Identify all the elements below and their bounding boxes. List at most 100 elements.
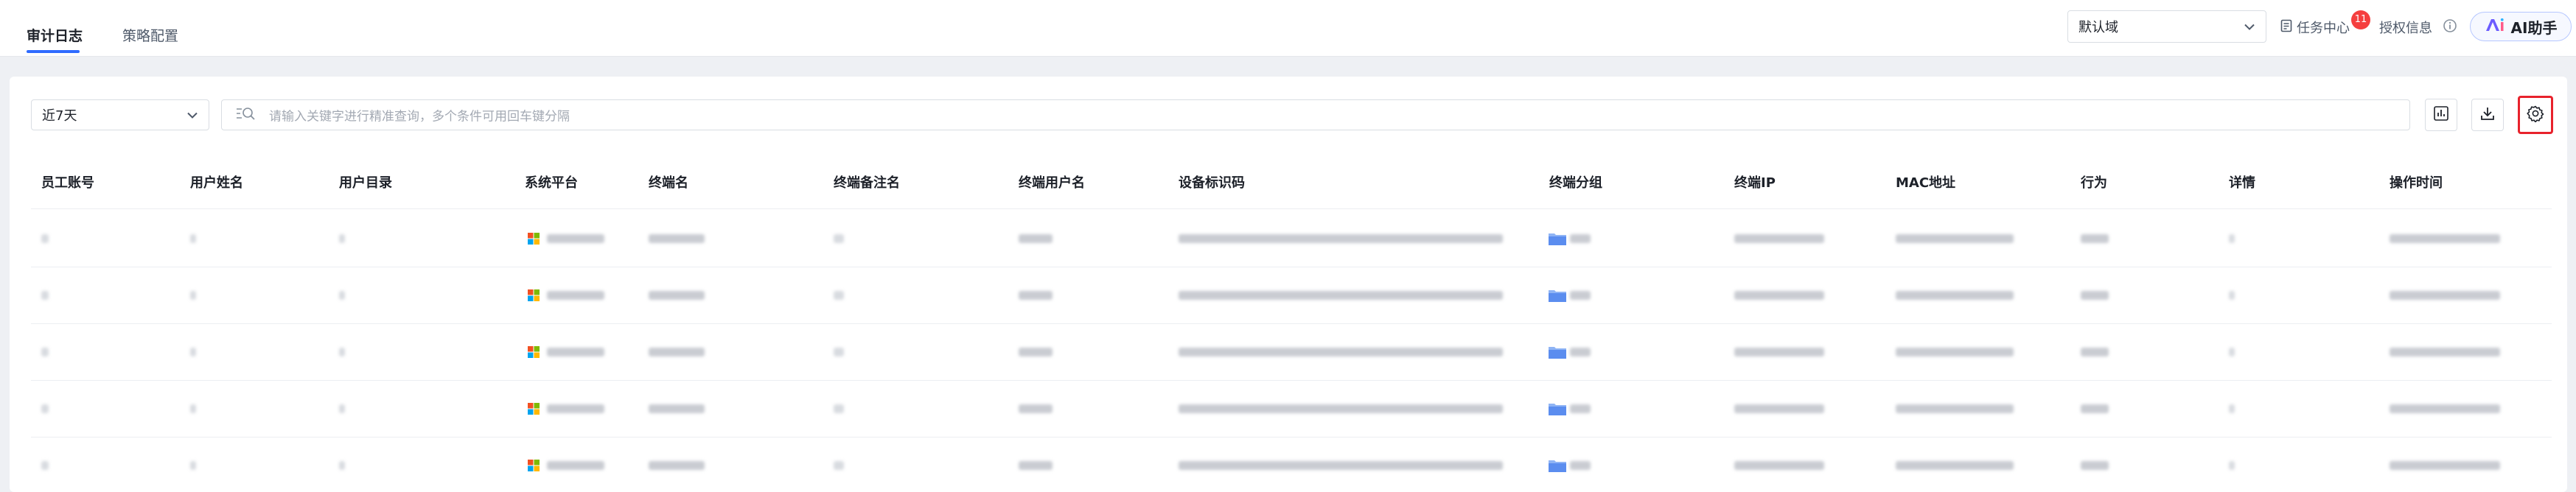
col-header-operation-time[interactable]: 操作时间	[2390, 172, 2443, 191]
table-cell	[1179, 234, 1503, 243]
chart-button[interactable]	[2425, 99, 2457, 131]
table-cell	[339, 291, 345, 300]
table-cell	[190, 461, 196, 470]
tab-audit-log[interactable]: 审计日志	[27, 25, 83, 45]
table-cell	[2390, 348, 2500, 356]
license-info-link[interactable]: 授权信息	[2379, 18, 2457, 37]
table-cell	[190, 404, 196, 413]
table-cell	[649, 461, 705, 470]
table-cell	[2081, 348, 2109, 356]
row-divider	[31, 323, 2552, 324]
date-range-value: 近7天	[42, 108, 77, 124]
table-cell	[1734, 234, 1824, 243]
col-header-details[interactable]: 详情	[2229, 172, 2255, 191]
task-count-badge: 11	[2351, 10, 2370, 29]
col-header-mac-address[interactable]: MAC地址	[1896, 172, 1955, 191]
document-icon	[2280, 19, 2292, 36]
table-cell	[834, 234, 844, 243]
table-cell	[1179, 404, 1503, 413]
table-cell	[2081, 291, 2109, 300]
info-icon	[2443, 18, 2457, 37]
table-cell	[1734, 404, 1824, 413]
table-cell	[190, 234, 196, 243]
col-header-terminal-ip[interactable]: 终端IP	[1734, 172, 1776, 191]
table-cell	[190, 291, 196, 300]
table-cell	[1896, 291, 2014, 300]
table-cell	[1179, 348, 1503, 356]
table-cell	[339, 461, 345, 470]
table-cell	[834, 461, 844, 470]
table-cell	[41, 404, 49, 413]
col-header-os-platform[interactable]: 系统平台	[525, 172, 578, 191]
table-cell	[2081, 404, 2109, 413]
table-cell	[649, 234, 705, 243]
windows-icon	[528, 403, 540, 415]
table-header-divider	[31, 208, 2552, 209]
table-cell	[2229, 461, 2235, 470]
table-cell	[547, 291, 604, 300]
table-cell	[1570, 291, 1591, 300]
tab-policy-config[interactable]: 策略配置	[122, 25, 178, 45]
folder-icon	[1549, 404, 1566, 415]
table-cell	[649, 348, 705, 356]
col-header-user-name[interactable]: 用户姓名	[190, 172, 243, 191]
col-header-terminal-name[interactable]: 终端名	[649, 172, 688, 191]
chart-icon	[2433, 105, 2449, 124]
table-cell	[1570, 461, 1591, 470]
download-button[interactable]	[2471, 99, 2504, 131]
table-cell	[1019, 291, 1053, 300]
col-header-terminal-remark[interactable]: 终端备注名	[834, 172, 900, 191]
settings-button[interactable]	[2518, 96, 2553, 134]
table-cell	[547, 404, 604, 413]
table-cell	[547, 234, 604, 243]
table-cell	[1570, 234, 1591, 243]
table-cell	[339, 404, 345, 413]
date-range-select[interactable]: 近7天	[31, 99, 209, 130]
table-cell	[339, 348, 345, 356]
col-header-terminal-group[interactable]: 终端分组	[1549, 172, 1602, 191]
table-cell	[649, 291, 705, 300]
task-center-link[interactable]: 任务中心	[2280, 18, 2350, 37]
table-cell	[2081, 234, 2109, 243]
table-cell	[2081, 461, 2109, 470]
domain-select[interactable]: 默认域	[2067, 10, 2266, 43]
ai-assistant-label: AI助手	[2510, 18, 2558, 37]
folder-icon	[1549, 290, 1566, 302]
chevron-down-icon	[2244, 19, 2255, 35]
task-center-label: 任务中心	[2297, 21, 2350, 36]
row-divider	[31, 380, 2552, 381]
table-cell	[2390, 404, 2500, 413]
table-cell	[1179, 461, 1503, 470]
table-cell	[1734, 461, 1824, 470]
col-header-action[interactable]: 行为	[2081, 172, 2107, 191]
folder-icon	[1549, 347, 1566, 359]
table-cell	[190, 348, 196, 356]
col-header-user-directory[interactable]: 用户目录	[339, 172, 392, 191]
windows-icon	[528, 460, 540, 471]
search-placeholder: 请输入关键字进行精准查询，多个条件可用回车键分隔	[269, 109, 570, 124]
table-cell	[2229, 234, 2235, 243]
license-info-label: 授权信息	[2379, 21, 2432, 36]
active-tab-indicator	[27, 50, 80, 53]
domain-select-value: 默认域	[2078, 20, 2118, 35]
col-header-device-id[interactable]: 设备标识码	[1179, 172, 1245, 191]
search-input[interactable]: 请输入关键字进行精准查询，多个条件可用回车键分隔	[221, 99, 2410, 130]
table-cell	[1570, 348, 1591, 356]
search-filter-icon	[235, 106, 256, 124]
chevron-down-icon	[186, 108, 198, 123]
settings-icon	[2527, 105, 2544, 125]
table-cell	[834, 404, 844, 413]
ai-assistant-button[interactable]: AI助手	[2470, 12, 2572, 41]
table-cell	[1019, 404, 1053, 413]
folder-icon	[1549, 460, 1566, 472]
table-cell	[41, 291, 49, 300]
table-cell	[1734, 291, 1824, 300]
col-header-employee-account[interactable]: 员工账号	[41, 172, 94, 191]
col-header-terminal-user[interactable]: 终端用户名	[1019, 172, 1085, 191]
table-cell	[2390, 234, 2500, 243]
table-cell	[834, 348, 844, 356]
table-cell	[1179, 291, 1503, 300]
table-cell	[2229, 404, 2235, 413]
table-cell	[2390, 291, 2500, 300]
table-cell	[547, 461, 604, 470]
